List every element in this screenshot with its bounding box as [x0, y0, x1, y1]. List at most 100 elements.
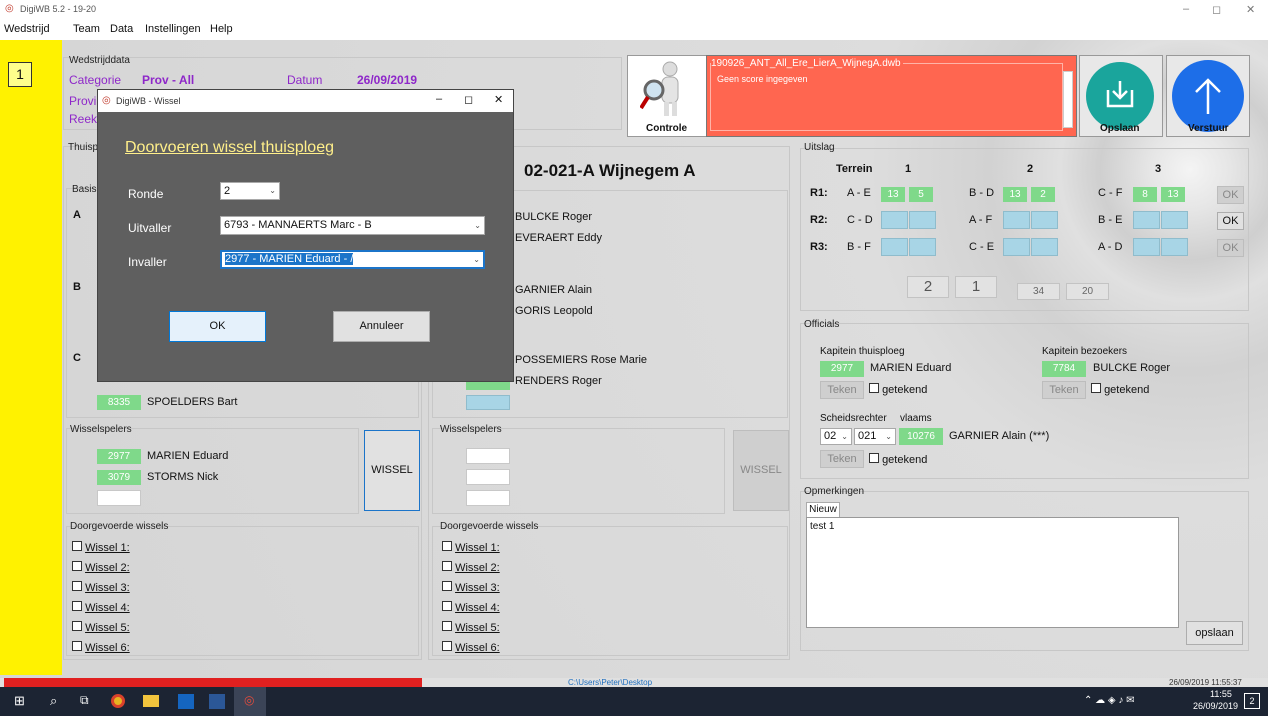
digiwb-taskbar-item[interactable]: ◎	[234, 687, 266, 716]
r2-score-3a[interactable]	[1133, 211, 1160, 229]
wissel-link[interactable]: Wissel 5:	[85, 622, 130, 634]
ronde-select[interactable]: 2 ⌄	[220, 182, 280, 200]
chrome-icon[interactable]	[111, 694, 125, 708]
uitvaller-select[interactable]: 6793 - MANNAERTS Marc - B ⌄	[220, 216, 485, 235]
tab-nieuw[interactable]: Nieuw	[806, 502, 840, 517]
ref-getekend[interactable]: getekend	[869, 453, 927, 466]
ref-province-select[interactable]: 02 ⌄	[820, 428, 852, 445]
r1-ok-button[interactable]: OK	[1217, 186, 1244, 204]
away-empty-slot[interactable]	[466, 395, 510, 410]
wissel-link[interactable]: Wissel 1:	[85, 542, 130, 554]
away-player-4[interactable]: GORIS Leopold	[515, 305, 593, 317]
away-wissel-5[interactable]: Wissel 5:	[442, 621, 500, 634]
notification-badge[interactable]: 2	[1244, 693, 1260, 709]
menu-instellingen[interactable]: Instellingen	[145, 23, 201, 35]
wissel-checkbox[interactable]	[72, 621, 82, 631]
r1-score-3b[interactable]: 13	[1161, 187, 1185, 202]
away-wissel-1[interactable]: Wissel 1:	[442, 541, 500, 554]
kapitein-thuis-getekend[interactable]: getekend	[869, 383, 927, 396]
r3-score-2b[interactable]	[1031, 238, 1058, 256]
menu-team[interactable]: Team	[73, 23, 100, 35]
menu-data[interactable]: Data	[110, 23, 133, 35]
r1-score-3a[interactable]: 8	[1133, 187, 1157, 202]
windows-start-icon[interactable]: ⊞	[14, 693, 25, 709]
wissel-checkbox[interactable]	[72, 581, 82, 591]
r3-score-3b[interactable]	[1161, 238, 1188, 256]
away-player-2[interactable]: EVERAERT Eddy	[515, 232, 602, 244]
dialog-cancel-button[interactable]: Annuleer	[333, 311, 430, 342]
sub-name-2[interactable]: STORMS Nick	[147, 471, 218, 483]
r2-score-2a[interactable]	[1003, 211, 1030, 229]
r1-score-1a[interactable]: 13	[881, 187, 905, 202]
task-view-icon[interactable]: ⧉	[80, 693, 89, 708]
invaller-select[interactable]: 2977 - MARIEN Eduard - / ⌄	[220, 250, 485, 269]
opslaan-button[interactable]: Opslaan	[1079, 55, 1163, 137]
wissel-link[interactable]: Wissel 3:	[455, 582, 500, 594]
opmerkingen-textarea[interactable]: test 1	[806, 517, 1179, 628]
dialog-maximize-icon[interactable]: ◻	[464, 93, 473, 106]
wissel-link[interactable]: Wissel 2:	[85, 562, 130, 574]
file-panel-scrollbar[interactable]	[1063, 71, 1073, 128]
wissel-link[interactable]: Wissel 6:	[85, 642, 130, 654]
home-wissel-2[interactable]: Wissel 2:	[72, 561, 130, 574]
getekend-checkbox[interactable]	[869, 453, 879, 463]
wissel-link[interactable]: Wissel 6:	[455, 642, 500, 654]
wissel-checkbox[interactable]	[442, 621, 452, 631]
away-wissel-3[interactable]: Wissel 3:	[442, 581, 500, 594]
minimize-icon[interactable]: –	[1183, 3, 1189, 15]
wissel-checkbox[interactable]	[72, 601, 82, 611]
wissel-checkbox[interactable]	[442, 581, 452, 591]
kapitein-bez-teken-button[interactable]: Teken	[1042, 381, 1086, 399]
away-wissel-button[interactable]: WISSEL	[733, 430, 789, 511]
ref-club-select[interactable]: 021 ⌄	[854, 428, 896, 445]
wissel-link[interactable]: Wissel 5:	[455, 622, 500, 634]
wissel-checkbox[interactable]	[442, 541, 452, 551]
away-wissel-4[interactable]: Wissel 4:	[442, 601, 500, 614]
wissel-checkbox[interactable]	[442, 641, 452, 651]
away-wissel-6[interactable]: Wissel 6:	[442, 641, 500, 654]
home-wissel-5[interactable]: Wissel 5:	[72, 621, 130, 634]
wissel-link[interactable]: Wissel 4:	[85, 602, 130, 614]
home-wissel-button[interactable]: WISSEL	[364, 430, 420, 511]
dialog-close-icon[interactable]: ✕	[494, 93, 503, 106]
close-icon[interactable]: ✕	[1246, 3, 1255, 16]
away-sub-slot-2[interactable]	[466, 469, 510, 485]
r1-score-1b[interactable]: 5	[909, 187, 933, 202]
r3-score-3a[interactable]	[1133, 238, 1160, 256]
word-icon[interactable]	[209, 694, 225, 709]
wissel-checkbox[interactable]	[72, 541, 82, 551]
r3-score-1a[interactable]	[881, 238, 908, 256]
kapitein-thuis-teken-button[interactable]: Teken	[820, 381, 864, 399]
file-explorer-icon[interactable]	[143, 695, 159, 707]
dialog-ok-button[interactable]: OK	[169, 311, 266, 342]
home-wissel-4[interactable]: Wissel 4:	[72, 601, 130, 614]
wissel-checkbox[interactable]	[442, 561, 452, 571]
away-player-5[interactable]: POSSEMIERS Rose Marie	[515, 354, 647, 366]
wissel-checkbox[interactable]	[72, 641, 82, 651]
r2-score-2b[interactable]	[1031, 211, 1058, 229]
away-player-6[interactable]: RENDERS Roger	[515, 375, 602, 387]
r1-score-2b[interactable]: 2	[1031, 187, 1055, 202]
home-player-name[interactable]: SPOELDERS Bart	[147, 396, 237, 408]
kapitein-bez-getekend[interactable]: getekend	[1091, 383, 1149, 396]
away-sub-slot-3[interactable]	[466, 490, 510, 506]
wissel-link[interactable]: Wissel 4:	[455, 602, 500, 614]
away-player-3[interactable]: GARNIER Alain	[515, 284, 592, 296]
wissel-checkbox[interactable]	[72, 561, 82, 571]
r3-score-1b[interactable]	[909, 238, 936, 256]
away-sub-slot-1[interactable]	[466, 448, 510, 464]
verstuur-button[interactable]: Verstuur	[1166, 55, 1250, 137]
search-icon[interactable]: ⌕	[50, 693, 57, 709]
controle-button[interactable]: Controle	[627, 55, 709, 137]
home-wissel-1[interactable]: Wissel 1:	[72, 541, 130, 554]
r2-ok-button[interactable]: OK	[1217, 212, 1244, 230]
ref-teken-button[interactable]: Teken	[820, 450, 864, 468]
opmerkingen-save-button[interactable]: opslaan	[1186, 621, 1243, 645]
wissel-checkbox[interactable]	[442, 601, 452, 611]
dialog-minimize-icon[interactable]: –	[436, 93, 442, 105]
away-wissel-2[interactable]: Wissel 2:	[442, 561, 500, 574]
maximize-icon[interactable]: ◻	[1212, 3, 1221, 16]
home-wissel-3[interactable]: Wissel 3:	[72, 581, 130, 594]
r3-ok-button[interactable]: OK	[1217, 239, 1244, 257]
r3-score-2a[interactable]	[1003, 238, 1030, 256]
